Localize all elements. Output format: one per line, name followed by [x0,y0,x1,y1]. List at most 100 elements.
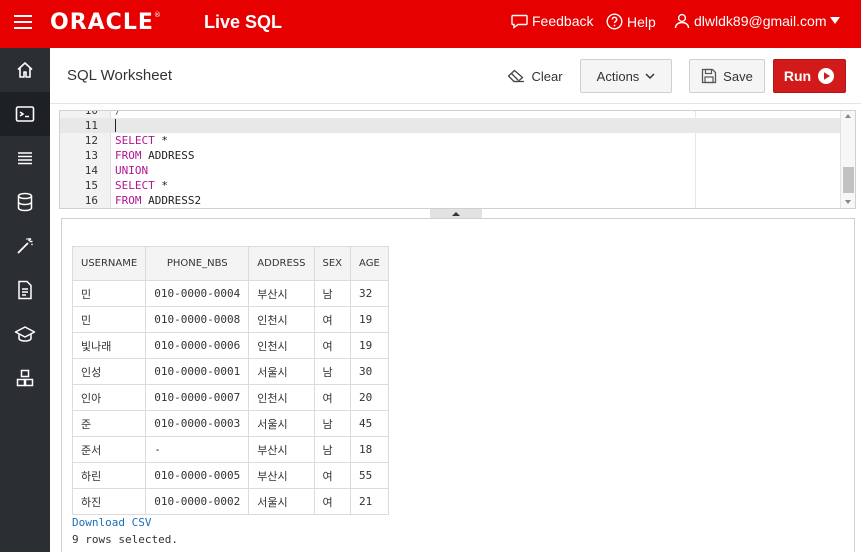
quick-sql-icon [17,238,33,254]
chevron-down-icon [645,72,655,79]
code-text: SELECT * [115,133,168,148]
my-session-icon [18,152,32,165]
home-icon [17,62,33,78]
line-number: 10 [84,110,98,117]
column-header: USERNAME [71,246,147,281]
table-cell: 010-0000-0004 [145,280,250,307]
text-cursor [115,119,116,132]
table-cell: 하린 [71,462,147,489]
table-cell: 여 [313,306,352,333]
table-cell: 하진 [71,488,147,515]
help-label: Help [627,13,656,30]
line-number: 16 [84,194,98,207]
table-row: 준서 - 부산시 남 18 [71,436,389,463]
sql-keyword: UNION [115,164,149,177]
table-cell: 인아 [71,384,147,411]
table-cell: 부산시 [248,280,315,307]
table-cell: 민 [71,306,147,333]
feedback-label: Feedback [532,13,594,29]
panel-splitter[interactable] [430,209,482,218]
code-line[interactable]: 10 / [60,110,840,118]
table-cell: 서울시 [248,488,315,515]
hamburger-menu-icon[interactable] [14,15,32,29]
sidebar-item-my-tutorials[interactable] [0,312,50,356]
table-cell: 빛나래 [71,332,147,359]
table-cell: 여 [313,462,352,489]
table-cell: 55 [350,462,389,489]
page-title: SQL Worksheet [67,67,173,84]
sql-keyword: SELECT [115,134,155,147]
table-cell: 부산시 [248,436,315,463]
code-text: UNION [115,163,148,178]
actions-dropdown[interactable]: Actions [580,59,672,93]
sidebar-item-quick-sql[interactable] [0,224,50,268]
code-line[interactable]: 15 SELECT * [60,178,840,193]
scroll-up-arrow-icon[interactable] [845,114,851,118]
feedback-link[interactable]: Feedback [511,13,593,29]
table-cell: 30 [350,358,389,385]
table-row: 빛나래 010-0000-0006 인천시 여 19 [71,332,389,359]
code-line[interactable]: 14 UNION [60,163,840,178]
code-line[interactable]: 12 SELECT * [60,133,840,148]
table-cell: 민 [71,280,147,307]
column-header: PHONE_NBS [145,246,250,281]
table-cell: 010-0000-0003 [145,410,250,437]
table-cell: 010-0000-0002 [145,488,250,515]
sidebar-item-my-session[interactable] [0,136,50,180]
code-text: FROM ADDRESS [115,148,194,163]
sidebar-item-schema[interactable] [0,180,50,224]
sql-text: * [154,179,168,192]
table-row: 인성 010-0000-0001 서울시 남 30 [71,358,389,385]
table-cell: 인천시 [248,384,315,411]
top-header: ORACLE® Live SQL Feedback Help dlwldk89@… [0,0,861,48]
sidebar-item-home[interactable] [0,48,50,92]
sidebar-item-code-library[interactable] [0,356,50,400]
line-number: 13 [84,149,98,162]
table-cell: 남 [313,436,352,463]
table-cell: 18 [350,436,389,463]
run-button[interactable]: Run [773,59,846,93]
table-cell: 010-0000-0001 [145,358,250,385]
line-number: 12 [84,134,98,147]
table-cell: 19 [350,306,389,333]
editor-scrollbar[interactable] [840,111,855,208]
table-cell: 여 [313,488,352,515]
eraser-icon [508,69,525,83]
my-scripts-icon [18,280,32,300]
scroll-down-arrow-icon[interactable] [845,200,851,204]
sql-text: ADDRESS [141,149,195,162]
play-circle-icon [818,68,835,84]
download-csv-link[interactable]: Download CSV [72,516,151,529]
run-label: Run [783,68,812,84]
sidebar-item-sql-worksheet[interactable] [0,92,50,136]
clear-button[interactable]: Clear [505,59,565,93]
table-cell: 남 [313,410,352,437]
chevron-up-icon [452,211,460,216]
scrollbar-thumb[interactable] [843,167,854,193]
table-cell: 21 [350,488,389,515]
code-line[interactable]: 11 [60,118,840,133]
sql-editor[interactable]: 10 / 11 12 SELECT * 13 FROM ADDRESS 14 UNION 15 SE… [59,110,856,209]
code-line[interactable]: 13 FROM ADDRESS [60,148,840,163]
table-cell: 010-0000-0006 [145,332,250,359]
product-name[interactable]: Live SQL [204,12,282,33]
rows-selected-message: 9 rows selected. [72,533,178,546]
code-line[interactable]: 16 FROM ADDRESS2 [60,193,840,208]
table-cell: 준 [71,410,147,437]
code-text: SELECT * [115,178,168,193]
table-row: 하린 010-0000-0005 부산시 여 55 [71,462,389,489]
my-tutorials-icon [14,326,36,342]
table-cell: 서울시 [248,410,315,437]
sql-keyword: FROM [115,194,142,207]
sql-text: * [154,134,168,147]
actions-label: Actions [596,68,640,84]
table-cell: 010-0000-0007 [145,384,250,411]
sql-keyword: SELECT [115,179,155,192]
save-button[interactable]: Save [689,59,765,93]
sidebar-item-my-scripts[interactable] [0,268,50,312]
code-library-icon [16,369,34,387]
user-menu[interactable]: dlwldk89@gmail.com [674,13,841,29]
column-header: AGE [350,246,389,281]
oracle-logo[interactable]: ORACLE® [50,10,162,35]
help-link[interactable]: Help [606,13,656,30]
